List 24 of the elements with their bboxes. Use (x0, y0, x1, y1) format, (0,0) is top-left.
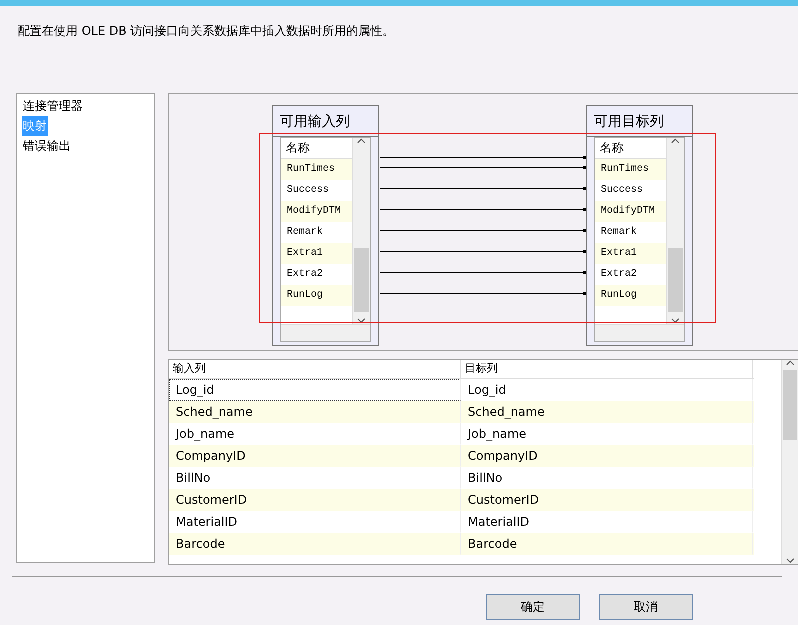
grid-column-header[interactable]: 输入列 (169, 360, 461, 378)
horizontal-scrollbar[interactable] (595, 324, 684, 341)
vertical-scrollbar[interactable] (666, 138, 684, 324)
column-name[interactable]: Extra1 (595, 243, 666, 264)
vertical-scrollbar[interactable] (781, 360, 798, 564)
page-list-item[interactable]: 连接管理器 (22, 96, 84, 116)
column-table[interactable]: 可用目标列 名称 RunTimes Success ModifyDTM Remark Extra1 Extra2 RunLog (586, 105, 693, 346)
column-table[interactable]: 可用输入列 名称 RunTimes Success ModifyDTM Remark Extra1 Extra2 RunLog (272, 105, 379, 346)
column-name[interactable]: RunTimes (281, 159, 352, 180)
grid-cell[interactable]: Barcode (169, 533, 461, 555)
column-name[interactable]: ModifyDTM (595, 201, 666, 222)
dialog-button[interactable]: 确定 (486, 594, 580, 620)
column-name[interactable]: ModifyDTM (281, 201, 352, 222)
column-name[interactable]: RunLog (595, 285, 666, 306)
column-name[interactable]: RunLog (281, 285, 352, 306)
description-text: 配置在使用 OLE DB 访问接口向关系数据库中插入数据时所用的属性。 (17, 23, 396, 40)
grid-column-header[interactable]: 目标列 (461, 360, 753, 378)
dialog-button[interactable]: 取消 (599, 594, 693, 620)
grid-cell[interactable]: Barcode (461, 533, 753, 555)
page-list-item[interactable]: 错误输出 (22, 136, 72, 156)
horizontal-scrollbar[interactable] (281, 324, 370, 341)
column-name[interactable]: RunTimes (595, 159, 666, 180)
vertical-scrollbar[interactable] (352, 138, 370, 324)
column-name[interactable]: Extra1 (281, 243, 352, 264)
